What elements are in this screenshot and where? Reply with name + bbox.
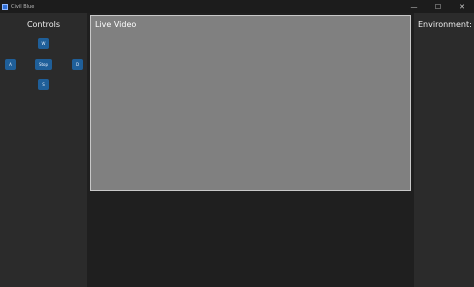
window-title: Civil Blue [11, 3, 35, 10]
environment-title: Environment: [418, 20, 472, 29]
live-video-panel: Live Video [90, 15, 411, 191]
live-video-title: Live Video [95, 20, 137, 29]
close-button[interactable]: ✕ [450, 0, 474, 13]
stop-button[interactable]: Stop [35, 59, 52, 70]
maximize-button[interactable]: ☐ [426, 0, 450, 13]
move-backward-button[interactable]: S [38, 79, 49, 90]
controls-title: Controls [26, 20, 61, 29]
move-forward-button[interactable]: W [38, 38, 49, 49]
environment-panel: Environment: [414, 13, 474, 287]
app-logo-icon [2, 3, 8, 10]
minimize-button[interactable]: — [402, 0, 426, 13]
window-controls: — ☐ ✕ [402, 0, 474, 13]
title-bar: Civil Blue — ☐ ✕ [0, 0, 474, 13]
move-right-button[interactable]: D [72, 59, 83, 70]
controls-panel: Controls W A Stop D S [0, 13, 87, 287]
move-left-button[interactable]: A [5, 59, 16, 70]
